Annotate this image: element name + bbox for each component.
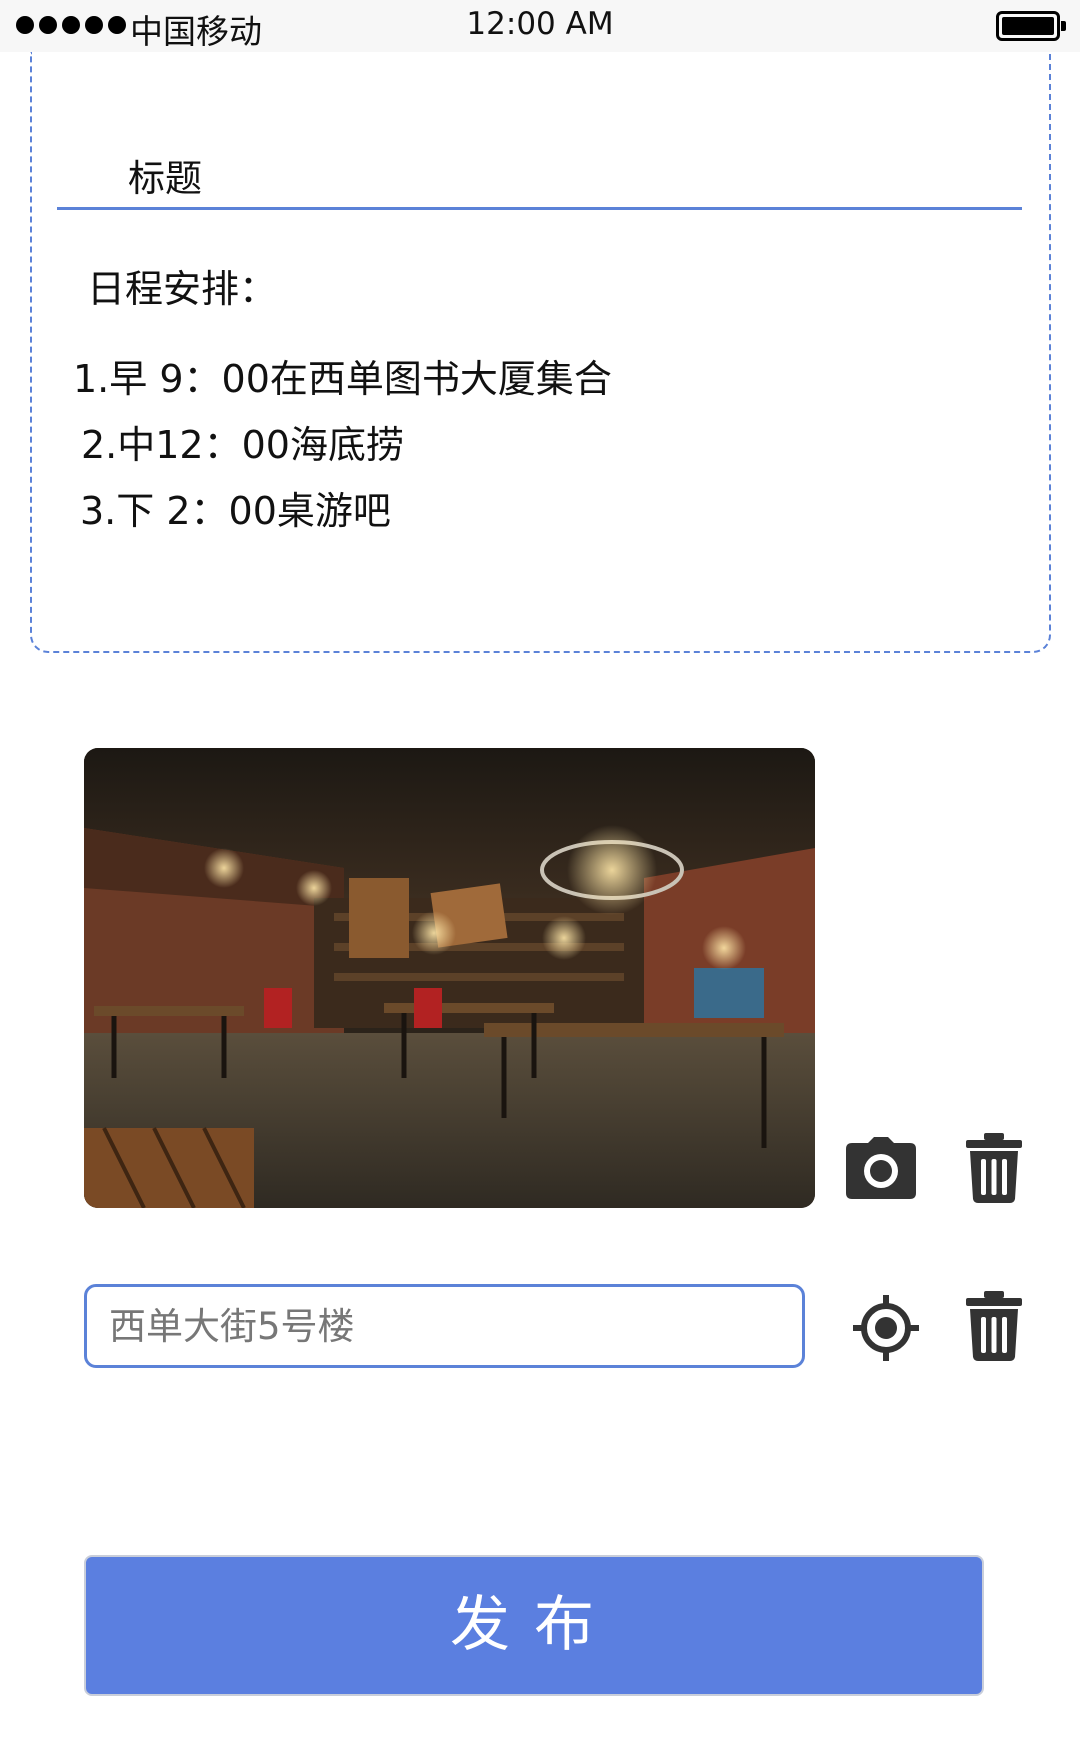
trash-icon[interactable] [964, 1291, 1024, 1365]
status-bar: 中国移动 12:00 AM [0, 0, 1080, 52]
trash-icon[interactable] [964, 1133, 1024, 1207]
schedule-item[interactable]: 2.中12：00海底捞 [81, 414, 404, 469]
restaurant-interior-image [84, 748, 815, 1208]
location-input[interactable] [84, 1284, 805, 1368]
camera-icon[interactable] [846, 1137, 916, 1203]
attached-photo[interactable] [84, 748, 815, 1208]
schedule-item[interactable]: 3.下 2：00桌游吧 [80, 480, 391, 535]
status-time: 12:00 AM [466, 6, 614, 42]
schedule-item[interactable]: 1.早 9：00在西单图书大厦集合 [73, 348, 612, 403]
locate-icon[interactable] [853, 1295, 919, 1365]
title-input[interactable]: 标题 [128, 148, 202, 202]
battery-icon [996, 11, 1066, 41]
publish-button[interactable]: 发布 [84, 1555, 984, 1696]
schedule-heading: 日程安排： [87, 267, 278, 311]
title-underline [57, 207, 1022, 210]
